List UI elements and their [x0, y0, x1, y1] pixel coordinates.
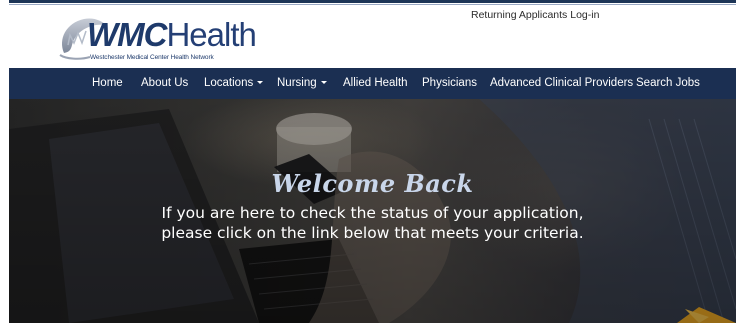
nav-physicians[interactable]: Physicians: [422, 68, 477, 99]
chevron-down-icon: [320, 81, 327, 85]
site-header: WMCHealth Westchester Medical Center Hea…: [9, 5, 736, 68]
nav-search-jobs[interactable]: Search Jobs: [636, 68, 700, 99]
hero-banner: Welcome Back If you are here to check th…: [9, 99, 736, 323]
nav-locations[interactable]: Locations: [204, 68, 264, 99]
chevron-down-icon: [257, 81, 264, 85]
nav-about-us-label: About Us: [141, 77, 189, 89]
nav-physicians-label: Physicians: [422, 77, 477, 89]
main-navigation: Home About Us Locations Nursing Allied H…: [9, 68, 736, 99]
nav-allied-health-label: Allied Health: [343, 77, 408, 89]
hero-line-1: If you are here to check the status of y…: [161, 204, 584, 222]
nav-home[interactable]: Home: [92, 68, 123, 99]
nav-nursing-label: Nursing: [277, 77, 317, 89]
nav-search-jobs-label: Search Jobs: [636, 77, 700, 89]
hero-line-2: please click on the link below that meet…: [161, 224, 584, 242]
nav-advanced-clinical-providers-label: Advanced Clinical Providers: [490, 77, 634, 89]
nav-advanced-clinical-providers[interactable]: Advanced Clinical Providers: [490, 68, 633, 99]
nav-allied-health[interactable]: Allied Health: [343, 68, 408, 99]
returning-applicants-login-link[interactable]: Returning Applicants Log-in: [471, 9, 599, 21]
nav-nursing[interactable]: Nursing: [277, 68, 327, 99]
hero-description: If you are here to check the status of y…: [9, 203, 736, 243]
logo-wordmark: WMCHealth: [87, 16, 257, 53]
nav-home-label: Home: [92, 77, 123, 89]
top-border: [9, 0, 736, 3]
hero-title: Welcome Back: [271, 169, 474, 198]
wmc-health-logo[interactable]: WMCHealth Westchester Medical Center Hea…: [56, 15, 276, 65]
nav-locations-label: Locations: [204, 77, 254, 89]
nav-about-us[interactable]: About Us: [141, 68, 188, 99]
logo-subtitle: Westchester Medical Center Health Networ…: [90, 54, 214, 61]
